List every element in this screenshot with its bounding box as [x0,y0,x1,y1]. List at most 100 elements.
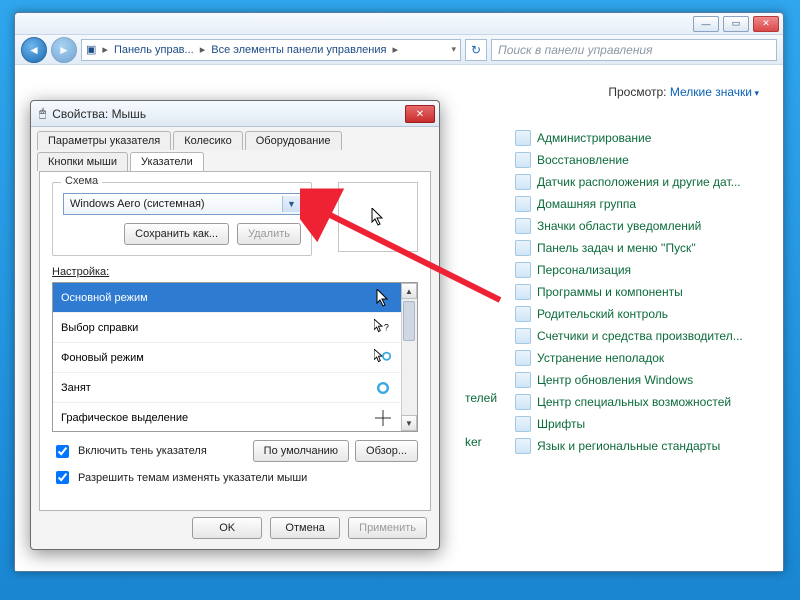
item-icon [515,394,531,410]
cp-item[interactable]: Родительский контроль [515,303,775,325]
cp-item-label: Восстановление [537,153,629,167]
item-icon [515,218,531,234]
cp-item-label: Центр обновления Windows [537,373,693,387]
list-item[interactable]: Выбор справки ? [53,313,417,343]
breadcrumb-dropdown-icon[interactable]: ▾ [451,44,456,55]
tab-buttons[interactable]: Кнопки мыши [37,152,128,171]
tab-wheel[interactable]: Колесико [173,131,243,150]
shadow-checkbox-input[interactable] [56,445,69,458]
cp-item-label: Персонализация [537,263,631,277]
item-icon [515,196,531,212]
cp-item[interactable]: Датчик расположения и другие дат... [515,171,775,193]
tab-body-pointers: Схема Windows Aero (системная) ▼ Сохрани… [39,171,431,511]
item-icon [515,262,531,278]
scheme-group: Схема Windows Aero (системная) ▼ Сохрани… [52,182,312,256]
cp-item-label: Родительский контроль [537,307,668,321]
list-item-label: Основной режим [61,292,148,304]
tab-pointer-options[interactable]: Параметры указателя [37,131,171,150]
cp-item-label: Администрирование [537,131,651,145]
cp-item[interactable]: Администрирование [515,127,775,149]
scroll-thumb[interactable] [403,301,415,341]
working-cursor-icon [373,348,393,368]
customize-label: Настройка: [52,266,418,278]
mouse-icon: 🖱 [39,106,46,121]
list-item-label: Графическое выделение [61,412,188,424]
cp-item-label: Домашняя группа [537,197,636,211]
cp-item[interactable]: Устранение неполадок [515,347,775,369]
list-item-label: Занят [61,382,91,394]
cp-item[interactable]: Программы и компоненты [515,281,775,303]
list-item-label: Фоновый режим [61,352,144,364]
item-icon [515,416,531,432]
save-as-button[interactable]: Сохранить как... [124,223,229,245]
cp-item[interactable]: Язык и региональные стандарты [515,435,775,457]
busy-cursor-icon [373,378,393,398]
cp-item[interactable]: Центр специальных возможностей [515,391,775,413]
theme-checkbox[interactable]: Разрешить темам изменять указатели мыши [52,468,418,487]
chevron-down-icon[interactable]: ▼ [282,196,300,212]
defaults-button[interactable]: По умолчанию [253,440,349,462]
item-icon [515,350,531,366]
shadow-checkbox[interactable]: Включить тень указателя [52,442,207,461]
view-label: Просмотр: [608,85,666,99]
dialog-titlebar[interactable]: 🖱 Свойства: Мышь ✕ [31,101,439,127]
tab-hardware[interactable]: Оборудование [245,131,342,150]
nav-back-button[interactable]: ◄ [21,37,47,63]
list-item[interactable]: Графическое выделение [53,403,417,432]
cp-maximize-button[interactable]: ▭ [723,16,749,32]
cp-item[interactable]: Шрифты [515,413,775,435]
mouse-properties-dialog: 🖱 Свойства: Мышь ✕ Параметры указателя К… [30,100,440,550]
scrollbar[interactable]: ▲ ▼ [401,283,417,431]
item-icon [515,328,531,344]
cp-item-label: Панель задач и меню ''Пуск'' [537,241,696,255]
delete-button[interactable]: Удалить [237,223,301,245]
list-item[interactable]: Фоновый режим [53,343,417,373]
cp-item-label: Устранение неполадок [537,351,664,365]
ok-button[interactable]: OK [192,517,262,539]
cursor-list[interactable]: Основной режим Выбор справки ? Фоновый р… [52,282,418,432]
nav-forward-button[interactable]: ► [51,37,77,63]
cp-item-label: Программы и компоненты [537,285,683,299]
cancel-button[interactable]: Отмена [270,517,340,539]
breadcrumb-icon: ▣ [86,43,96,56]
refresh-button[interactable]: ↻ [465,39,487,61]
cp-item-fragment: телей [465,391,497,405]
dialog-footer: OK Отмена Применить [192,517,427,539]
cp-item[interactable]: Центр обновления Windows [515,369,775,391]
item-icon [515,240,531,256]
browse-button[interactable]: Обзор... [355,440,418,462]
cp-minimize-button[interactable]: — [693,16,719,32]
cp-item[interactable]: Домашняя группа [515,193,775,215]
shadow-checkbox-label: Включить тень указателя [78,445,207,457]
list-item[interactable]: Основной режим [53,283,417,313]
breadcrumb[interactable]: ▣ ▸ Панель управ... ▸ Все элементы панел… [81,39,461,61]
cp-close-button[interactable]: ✕ [753,16,779,32]
search-placeholder: Поиск в панели управления [498,43,653,57]
scheme-combobox[interactable]: Windows Aero (системная) ▼ [63,193,303,215]
view-mode-link[interactable]: Мелкие значки [670,85,759,99]
cp-item[interactable]: Панель задач и меню ''Пуск'' [515,237,775,259]
cp-navbar: ◄ ► ▣ ▸ Панель управ... ▸ Все элементы п… [15,35,783,65]
arrow-cursor-icon [373,288,393,308]
scroll-up-button[interactable]: ▲ [401,283,417,299]
dialog-close-button[interactable]: ✕ [405,105,435,123]
item-icon [515,174,531,190]
cp-item-list: Администрирование Восстановление Датчик … [515,127,775,457]
cp-item[interactable]: Персонализация [515,259,775,281]
item-icon [515,438,531,454]
tab-pointers[interactable]: Указатели [130,152,204,171]
item-icon [515,372,531,388]
search-input[interactable]: Поиск в панели управления [491,39,777,61]
scroll-down-button[interactable]: ▼ [401,415,417,431]
view-mode: Просмотр: Мелкие значки [608,85,759,99]
cp-item[interactable]: Счетчики и средства производител... [515,325,775,347]
theme-checkbox-input[interactable] [56,471,69,484]
help-cursor-icon: ? [373,318,393,338]
apply-button[interactable]: Применить [348,517,427,539]
list-item[interactable]: Занят [53,373,417,403]
cp-item[interactable]: Восстановление [515,149,775,171]
breadcrumb-sep-icon: ▸ [102,43,108,56]
breadcrumb-seg2[interactable]: Все элементы панели управления [211,44,386,56]
cp-item[interactable]: Значки области уведомлений [515,215,775,237]
breadcrumb-seg1[interactable]: Панель управ... [114,44,194,56]
